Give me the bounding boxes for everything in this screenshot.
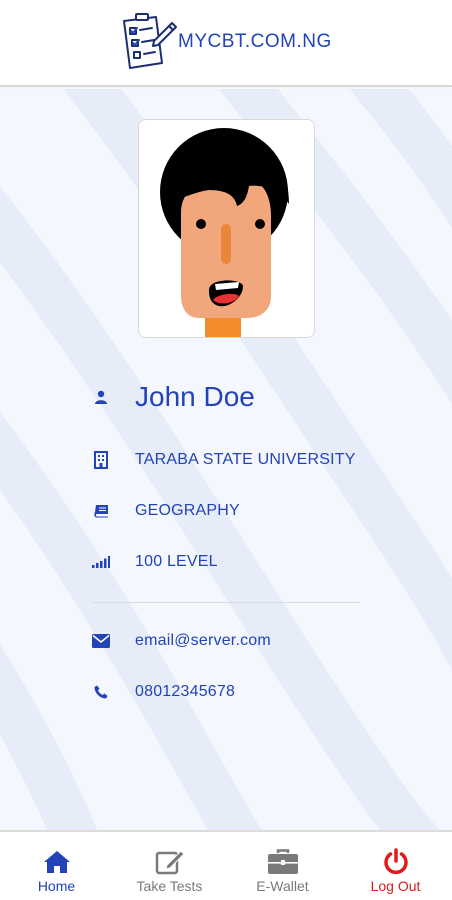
profile-photo[interactable] — [138, 119, 315, 338]
briefcase-icon — [267, 848, 299, 876]
profile-name: John Doe — [135, 381, 255, 412]
profile-level-row: 100 LEVEL — [90, 551, 218, 573]
profile-level: 100 LEVEL — [135, 553, 218, 570]
profile-institution-row: TARABA STATE UNIVERSITY — [90, 449, 356, 471]
nav-take-tests-label: Take Tests — [136, 878, 203, 894]
nav-log-out[interactable]: Log Out — [339, 832, 452, 900]
home-icon — [41, 848, 73, 876]
profile-phone-row[interactable]: 08012345678 — [90, 681, 235, 703]
building-icon — [90, 449, 112, 471]
profile-email[interactable]: email@server.com — [135, 632, 271, 650]
envelope-icon — [90, 630, 112, 652]
brand-name: MYCBT.COM.NG — [178, 31, 332, 52]
profile-email-row[interactable]: email@server.com — [90, 630, 271, 652]
profile-department-row: GEOGRAPHY — [90, 500, 240, 522]
profile-institution: TARABA STATE UNIVERSITY — [135, 451, 356, 468]
edit-icon — [154, 848, 186, 876]
book-icon — [90, 500, 112, 522]
app-header: MYCBT.COM.NG — [0, 0, 452, 87]
nav-home[interactable]: Home — [0, 832, 113, 900]
avatar — [139, 120, 314, 337]
profile-department: GEOGRAPHY — [135, 502, 240, 519]
profile-phone[interactable]: 08012345678 — [135, 683, 235, 701]
power-icon — [380, 848, 412, 876]
checklist-logo-icon — [123, 13, 177, 69]
signal-bars-icon — [90, 551, 112, 573]
nav-e-wallet[interactable]: E-Wallet — [226, 832, 339, 900]
profile-name-row: John Doe — [90, 381, 255, 413]
nav-log-out-label: Log Out — [370, 878, 421, 894]
nav-home-label: Home — [37, 878, 76, 894]
profile-main: John Doe TARABA STATE UNIVERSITY GEOGRAP… — [0, 89, 452, 830]
brand-logo[interactable]: MYCBT.COM.NG — [116, 10, 332, 74]
section-divider — [92, 602, 360, 603]
nav-e-wallet-label: E-Wallet — [256, 878, 309, 894]
nav-take-tests[interactable]: Take Tests — [113, 832, 226, 900]
phone-icon — [90, 681, 112, 703]
user-icon — [90, 386, 112, 408]
bottom-navigation: Home Take Tests E-Wallet Log Out — [0, 830, 452, 900]
